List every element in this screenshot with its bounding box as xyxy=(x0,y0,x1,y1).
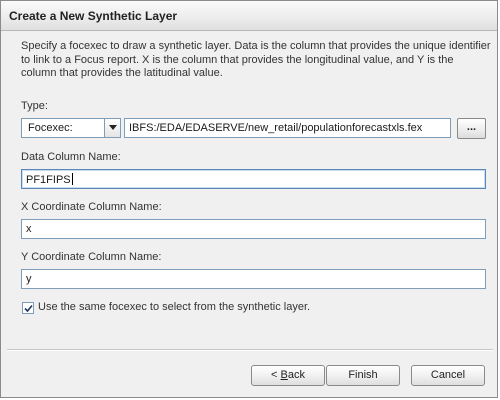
data-column-value: PF1FIPS xyxy=(26,174,71,186)
dialog-content: Specify a focexec to draw a synthetic la… xyxy=(7,31,493,349)
same-focexec-checkbox[interactable] xyxy=(22,302,34,314)
cancel-button[interactable]: Cancel xyxy=(411,365,485,386)
text-caret xyxy=(71,173,73,185)
back-button-accelerator: B xyxy=(280,369,288,381)
type-select-value: Focexec: xyxy=(28,122,73,134)
dialog-title: Create a New Synthetic Layer xyxy=(9,9,178,23)
create-synthetic-layer-dialog: Create a New Synthetic Layer Specify a f… xyxy=(0,0,498,398)
browse-button[interactable]: ... xyxy=(457,118,486,139)
focexec-path-input[interactable]: IBFS:/EDA/EDASERVE/new_retail/population… xyxy=(124,118,451,138)
back-button-prefix: < xyxy=(271,369,281,381)
title-bar[interactable]: Create a New Synthetic Layer xyxy=(1,1,497,31)
x-coordinate-label: X Coordinate Column Name: xyxy=(21,201,162,213)
data-column-input[interactable]: PF1FIPS xyxy=(21,169,486,189)
back-button-label: ack xyxy=(287,369,305,381)
type-select[interactable]: Focexec: xyxy=(21,118,121,138)
chevron-down-icon xyxy=(109,125,117,130)
same-focexec-label[interactable]: Use the same focexec to select from the … xyxy=(38,301,310,313)
finish-button[interactable]: Finish xyxy=(326,365,400,386)
footer-separator xyxy=(7,349,493,351)
checkmark-icon xyxy=(24,304,33,313)
type-select-dropdown-button[interactable] xyxy=(104,119,120,137)
description-text: Specify a focexec to draw a synthetic la… xyxy=(21,40,491,79)
y-coordinate-label: Y Coordinate Column Name: xyxy=(21,251,162,263)
y-coordinate-input[interactable]: y xyxy=(21,269,486,289)
x-coordinate-input[interactable]: x xyxy=(21,219,486,239)
type-label: Type: xyxy=(21,100,48,112)
data-column-label: Data Column Name: xyxy=(21,151,121,163)
back-button[interactable]: < Back xyxy=(251,365,325,386)
